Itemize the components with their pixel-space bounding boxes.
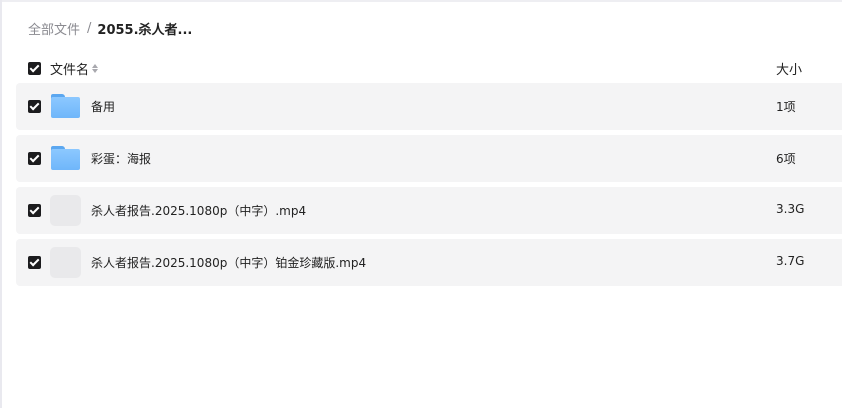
- row-checkbox[interactable]: [28, 204, 41, 217]
- breadcrumb-root-link[interactable]: 全部文件: [28, 19, 80, 38]
- size-column-header: 大小: [776, 63, 803, 78]
- left-border: [0, 0, 2, 408]
- name-column-header[interactable]: 文件名: [50, 59, 99, 78]
- file-list-header: 文件名 大小: [16, 56, 842, 80]
- file-size: 3.3G: [776, 202, 805, 216]
- file-size: 6项: [776, 152, 796, 166]
- file-size: 1项: [776, 100, 796, 114]
- file-row[interactable]: 备用 1项: [16, 83, 842, 130]
- breadcrumb-current: 2055.杀人者...: [97, 22, 193, 38]
- file-name[interactable]: 备用: [91, 98, 115, 115]
- row-checkbox[interactable]: [28, 152, 41, 165]
- file-name[interactable]: 杀人者报告.2025.1080p（中字）.mp4: [91, 202, 306, 219]
- file-row[interactable]: 杀人者报告.2025.1080p（中字）铂金珍藏版.mp4 3.7G: [16, 239, 842, 286]
- name-column-label: 文件名: [50, 63, 90, 78]
- file-icon: [50, 247, 81, 278]
- file-size: 3.7G: [776, 254, 805, 268]
- file-row[interactable]: 杀人者报告.2025.1080p（中字）.mp4 3.3G: [16, 187, 842, 234]
- file-row[interactable]: 彩蛋：海报 6项: [16, 135, 842, 182]
- select-all-checkbox[interactable]: [28, 62, 41, 75]
- breadcrumb: 全部文件 / 2055.杀人者...: [28, 18, 192, 38]
- folder-icon: [50, 143, 81, 174]
- row-checkbox[interactable]: [28, 100, 41, 113]
- file-name[interactable]: 杀人者报告.2025.1080p（中字）铂金珍藏版.mp4: [91, 254, 366, 271]
- breadcrumb-separator: /: [87, 20, 92, 36]
- file-name[interactable]: 彩蛋：海报: [91, 150, 151, 167]
- sort-icon[interactable]: [92, 64, 99, 73]
- top-border: [0, 0, 842, 2]
- folder-icon: [50, 91, 81, 122]
- file-icon: [50, 195, 81, 226]
- row-checkbox[interactable]: [28, 256, 41, 269]
